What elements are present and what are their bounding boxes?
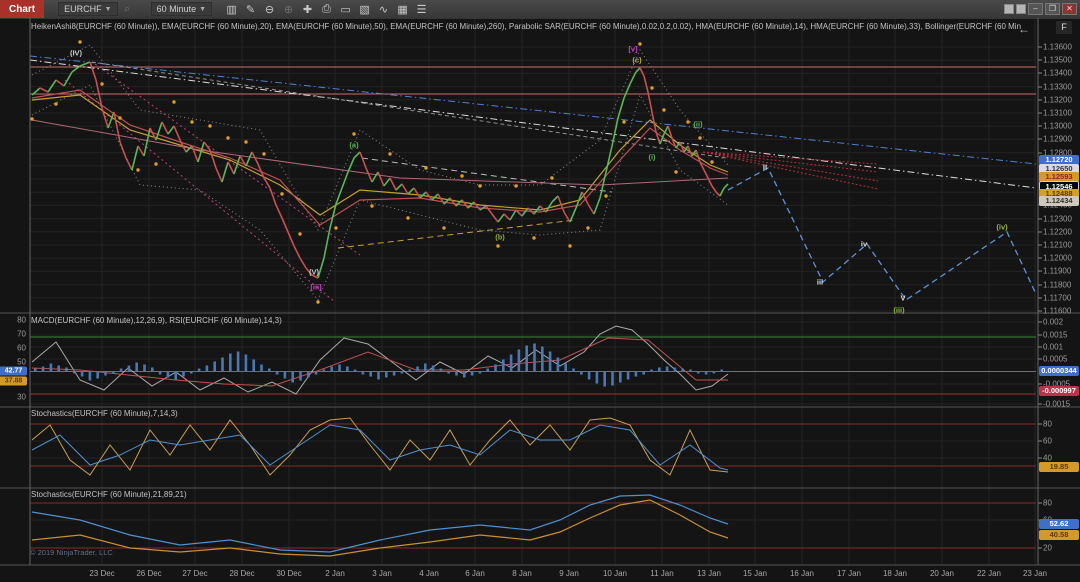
zoom-out-icon[interactable]: ⊖ (260, 3, 279, 16)
indicators-icon[interactable]: ▧ (355, 3, 374, 16)
properties-icon[interactable]: ▦ (393, 3, 412, 16)
chart-window: Chart EURCHF ▼ ⌕ 60 Minute ▼ ▥✎⊖⊕✚⎙▭▧∿▦☰… (0, 0, 1080, 582)
interval-label: 60 Minute (157, 4, 197, 14)
tab-chart[interactable]: Chart (0, 0, 44, 18)
chart-style-icon[interactable]: ▥ (222, 3, 241, 16)
zoom-in-icon[interactable]: ⊕ (279, 3, 298, 16)
instrument-selector[interactable]: EURCHF ▼ (58, 2, 117, 16)
alert-icon[interactable]: ▭ (336, 3, 355, 16)
chart-canvas[interactable] (0, 0, 1080, 582)
toolbar-icons: ▥✎⊖⊕✚⎙▭▧∿▦☰ (222, 3, 431, 16)
interval-link-icon[interactable] (1016, 4, 1026, 14)
search-icon[interactable]: ⌕ (118, 3, 137, 16)
window-controls: – ❐ ✕ (1004, 3, 1080, 15)
minimize-button[interactable]: – (1028, 3, 1043, 15)
chevron-down-icon: ▼ (199, 6, 206, 13)
crosshair-icon[interactable]: ✚ (298, 3, 317, 16)
draw-icon[interactable]: ✎ (241, 3, 260, 16)
chevron-down-icon: ▼ (105, 6, 112, 13)
data-series-icon[interactable]: ☰ (412, 3, 431, 16)
instrument-label: EURCHF (64, 4, 102, 14)
drawing-tools-icon[interactable]: ∿ (374, 3, 393, 16)
snapshot-icon[interactable]: ⎙ (317, 3, 336, 16)
titlebar: Chart EURCHF ▼ ⌕ 60 Minute ▼ ▥✎⊖⊕✚⎙▭▧∿▦☰… (0, 0, 1080, 18)
interval-selector[interactable]: 60 Minute ▼ (151, 2, 212, 16)
close-button[interactable]: ✕ (1062, 3, 1077, 15)
instrument-link-icon[interactable] (1004, 4, 1014, 14)
restore-button[interactable]: ❐ (1045, 3, 1060, 15)
